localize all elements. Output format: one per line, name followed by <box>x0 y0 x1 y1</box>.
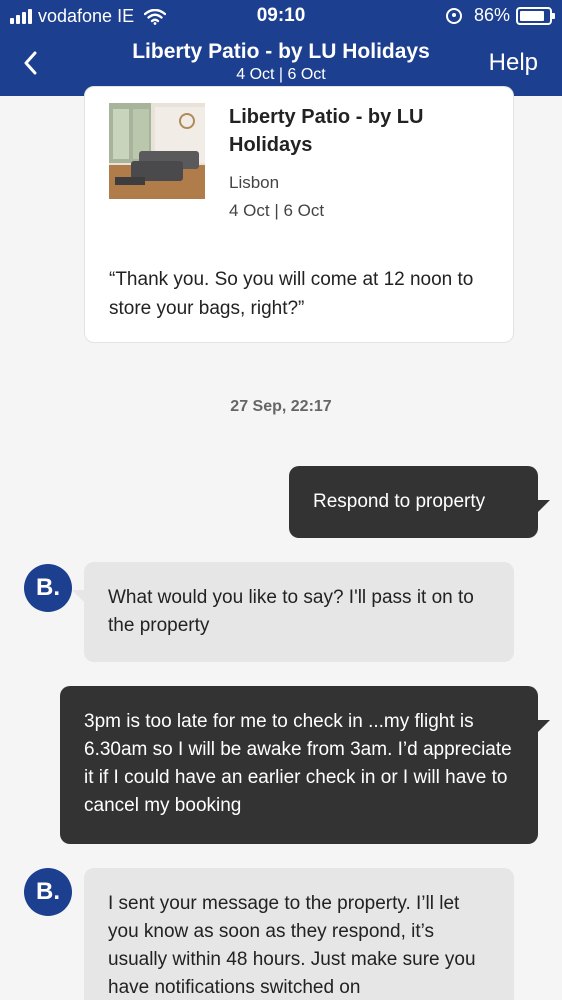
user-message[interactable]: Respond to property <box>289 466 550 538</box>
booking-avatar: B. <box>24 868 72 916</box>
bubble-tail <box>534 500 550 516</box>
bot-message[interactable]: I sent your message to the property. I’l… <box>84 868 514 1000</box>
avatar-letter: B. <box>36 574 60 601</box>
user-message[interactable]: 3pm is too late for me to check in ...my… <box>60 686 550 844</box>
battery-fill <box>520 10 545 21</box>
property-dates: 4 Oct | 6 Oct <box>229 201 325 220</box>
page-subtitle: 4 Oct | 6 Oct <box>236 66 326 83</box>
battery-percent: 86% <box>473 5 510 25</box>
booking-avatar: B. <box>24 564 72 612</box>
help-button[interactable]: Help <box>489 49 538 77</box>
property-card[interactable]: Liberty Patio - by LU Holidays Lisbon 4 … <box>84 86 514 343</box>
status-bar: vodafone IE 09:10 86% <box>0 0 562 32</box>
message-text: Respond to property <box>313 491 486 512</box>
bot-message[interactable]: What would you like to say? I'll pass it… <box>72 562 514 662</box>
bubble-tail <box>84 896 88 912</box>
status-right: 86% <box>445 5 555 26</box>
bubble-tail <box>72 590 88 606</box>
quoted-message: “Thank you. So you will come at 12 noon … <box>109 269 474 319</box>
property-name: Liberty Patio - by LU Holidays <box>229 106 424 156</box>
property-city: Lisbon <box>229 173 280 192</box>
message-text: I sent your message to the property. I’l… <box>108 893 476 998</box>
bubble-tail <box>534 720 550 736</box>
chevron-left-icon <box>24 51 37 75</box>
property-thumbnail <box>109 103 205 199</box>
date-separator: 27 Sep, 22:17 <box>230 398 332 415</box>
app-header: vodafone IE 09:10 86% Liberty Patio - by… <box>0 0 562 96</box>
avatar-letter: B. <box>36 878 60 905</box>
battery-icon <box>516 6 555 25</box>
message-text: What would you like to say? I'll pass it… <box>108 587 474 636</box>
orientation-lock-icon <box>445 7 462 24</box>
back-button[interactable] <box>16 48 44 78</box>
nav-title: Liberty Patio - by LU Holidays 4 Oct | 6… <box>80 40 482 84</box>
message-text: 3pm is too late for me to check in ...my… <box>84 711 512 816</box>
page-title: Liberty Patio - by LU Holidays <box>132 40 430 63</box>
